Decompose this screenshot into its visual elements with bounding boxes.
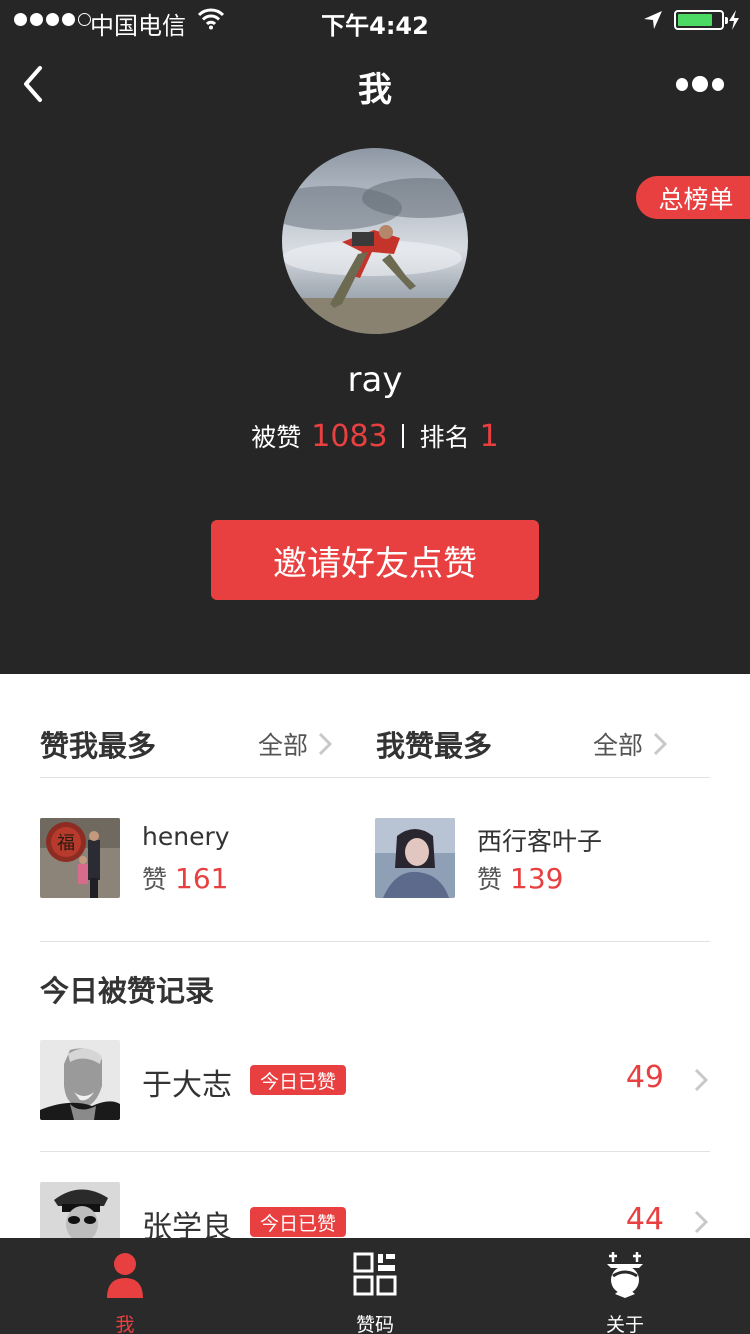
chevron-right-icon [694, 1210, 708, 1234]
chevron-right-icon [318, 732, 333, 756]
i-liked-most-all-link[interactable]: 全部 [593, 724, 668, 764]
likes-label: 赞 [477, 865, 503, 894]
user-avatar [375, 818, 455, 898]
liked-today-badge: 今日已赞 [250, 1207, 347, 1237]
more-options-icon[interactable] [676, 76, 724, 92]
user-avatar [40, 1040, 120, 1120]
qr-code-icon [353, 1252, 397, 1296]
tab-label: 我 [115, 1314, 135, 1334]
divider [40, 777, 710, 778]
about-icon [607, 1252, 643, 1298]
divider [40, 941, 710, 942]
user-name: henery [142, 822, 230, 851]
tab-about[interactable]: 关于 [500, 1238, 750, 1334]
rank-label: 排名 [419, 423, 470, 452]
user-avatar: 福 [40, 818, 120, 898]
stats-divider [401, 424, 404, 448]
avatar-photo [282, 178, 468, 334]
location-arrow-icon [644, 11, 662, 29]
all-label: 全部 [593, 731, 644, 760]
tab-me[interactable]: 我 [0, 1238, 250, 1334]
battery-icon [674, 10, 728, 30]
tab-like-code[interactable]: 赞码 [250, 1238, 500, 1334]
record-like-count: 44 [625, 1202, 664, 1237]
likes-count: 161 [175, 862, 229, 895]
likes-label: 赞 [142, 865, 168, 894]
user-likes: 赞 139 [477, 860, 563, 896]
liked-today-badge: 今日已赞 [250, 1065, 347, 1095]
most-liked-me-header: 赞我最多 [40, 724, 156, 764]
user-name: 西行客叶子 [477, 827, 603, 856]
likes-label: 被赞 [251, 423, 302, 452]
charging-bolt-icon [729, 10, 739, 30]
likes-count: 1083 [311, 419, 388, 454]
most-liked-me-title: 赞我最多 [40, 729, 157, 763]
back-arrow-icon[interactable] [20, 64, 46, 104]
tab-label: 关于 [605, 1314, 644, 1334]
record-user-name: 于大志 [142, 1068, 232, 1103]
i-liked-most-title: 我赞最多 [376, 729, 493, 763]
overall-ranking-button[interactable]: 总榜单 [636, 176, 750, 219]
rank-value: 1 [479, 419, 499, 454]
most-liked-me-all-link[interactable]: 全部 [258, 724, 333, 764]
chevron-right-icon [653, 732, 668, 756]
record-like-count: 49 [625, 1060, 664, 1095]
divider [40, 1151, 710, 1152]
invite-friends-button[interactable]: 邀请好友点赞 [211, 520, 539, 600]
person-icon [107, 1253, 143, 1298]
i-liked-most-header: 我赞最多 [376, 724, 492, 764]
profile-stats: 被赞 1083 排名 1 [0, 418, 750, 454]
user-likes: 赞 161 [142, 860, 228, 896]
chevron-right-icon [694, 1068, 708, 1092]
svg-text:福: 福 [57, 833, 75, 854]
tab-label: 赞码 [355, 1314, 394, 1334]
user-avatar[interactable] [282, 148, 468, 334]
today-likes-title: 今日被赞记录 [40, 974, 215, 1008]
tab-bar: 我 赞码 关于 [0, 1238, 750, 1334]
clock: 下午4:42 [321, 12, 429, 40]
likes-count: 139 [510, 862, 564, 895]
all-label: 全部 [258, 731, 309, 760]
status-bar: 中国电信 下午4:42 [0, 0, 750, 40]
i-liked-most-user[interactable]: 西行客叶子 赞 139 [375, 818, 675, 898]
username: ray [347, 360, 403, 400]
most-liked-me-user[interactable]: 福 henery 赞 161 [40, 818, 340, 898]
list-item[interactable]: 于大志 今日已赞 49 [40, 1040, 710, 1120]
